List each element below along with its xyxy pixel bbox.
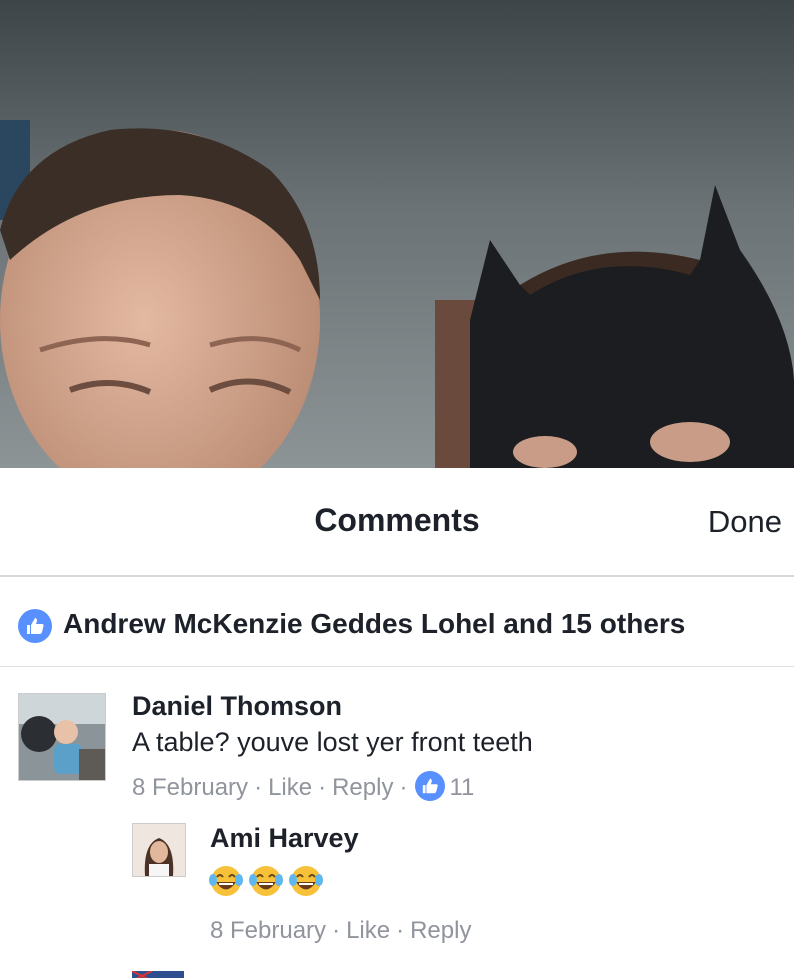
photo-image: [0, 0, 794, 468]
like-link[interactable]: Like: [346, 917, 390, 945]
comments-sheet: Comments Done Andrew McKenzie Geddes Loh…: [0, 468, 794, 978]
avatar[interactable]: [18, 693, 106, 781]
comment-meta: 8 February · Like · Reply · 11: [132, 771, 474, 802]
done-button[interactable]: Done: [708, 504, 782, 540]
comment-text: A table? youve lost yer front teeth: [132, 727, 533, 757]
thumbs-up-icon[interactable]: [415, 771, 446, 801]
thumbs-up-icon: [18, 609, 52, 643]
likes-text: Andrew McKenzie Geddes Lohel and 15 othe…: [63, 608, 686, 639]
reaction-count: 11: [449, 774, 475, 801]
comments-header: Comments Done: [0, 468, 794, 577]
comment-item: Daniel Thomson A table? youve lost yer f…: [0, 665, 794, 805]
comment-emojis: [208, 863, 328, 904]
comment-date: 8 February: [132, 774, 249, 801]
tears-of-joy-emoji-icon: [209, 866, 243, 896]
avatar[interactable]: [132, 968, 184, 978]
comment-author[interactable]: Ami Harvey: [210, 823, 359, 854]
post-photo[interactable]: [0, 0, 794, 468]
separator-dot: ·: [332, 917, 341, 944]
comment-author[interactable]: Daniel Thomson: [132, 691, 342, 722]
separator-dot: ·: [399, 774, 408, 801]
avatar[interactable]: [132, 823, 186, 877]
likes-summary[interactable]: Andrew McKenzie Geddes Lohel and 15 othe…: [0, 577, 794, 667]
reply-link[interactable]: Reply: [332, 774, 393, 802]
comment-meta: 8 February · Like · Reply: [210, 917, 471, 945]
separator-dot: ·: [254, 774, 263, 801]
reply-link[interactable]: Reply: [410, 917, 471, 945]
tears-of-joy-emoji-icon: [249, 866, 283, 896]
comment-item: Ami Harvey 8 February · Like · Reply: [0, 813, 794, 963]
page-title: Comments: [314, 502, 480, 538]
separator-dot: ·: [396, 917, 405, 944]
comment-date: 8 February: [210, 917, 327, 944]
tears-of-joy-emoji-icon: [289, 866, 323, 896]
separator-dot: ·: [318, 774, 327, 801]
like-link[interactable]: Like: [268, 774, 312, 802]
